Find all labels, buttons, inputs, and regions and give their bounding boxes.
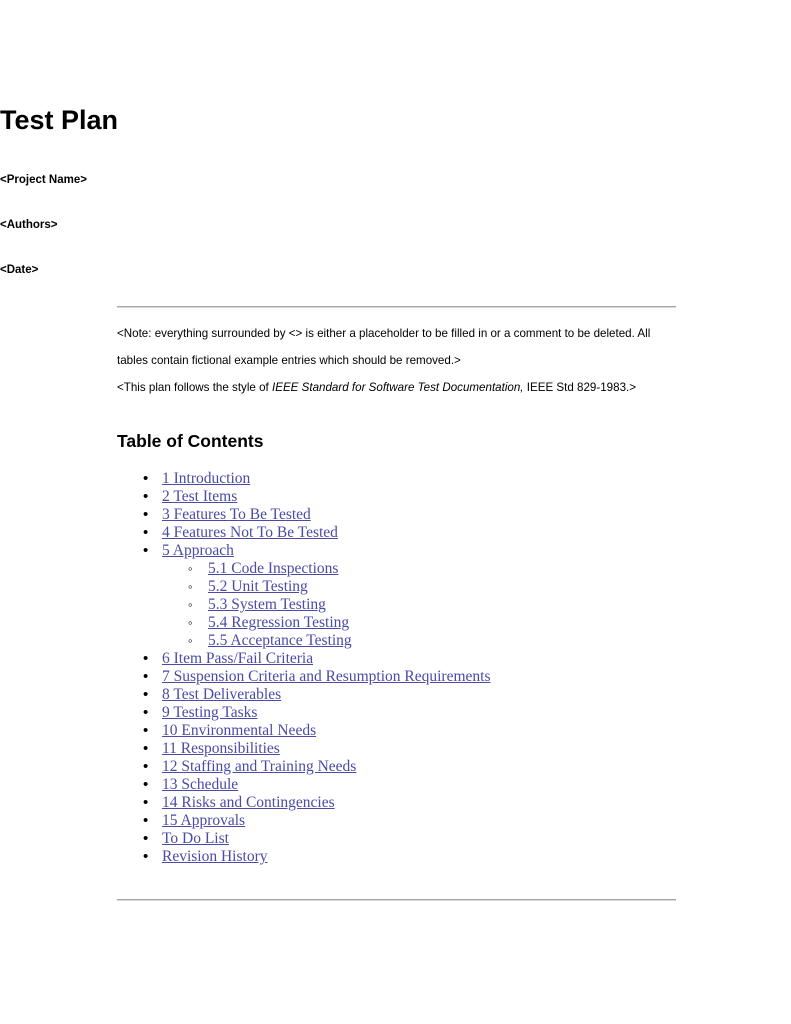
toc-list: 1 Introduction2 Test Items3 Features To … xyxy=(117,470,677,866)
toc-link[interactable]: Revision History xyxy=(162,848,268,865)
toc-link[interactable]: 4 Features Not To Be Tested xyxy=(162,524,338,541)
page-title: Test Plan xyxy=(0,105,119,135)
toc-sublist: 5.1 Code Inspections5.2 Unit Testing5.3 … xyxy=(117,560,677,650)
toc-link[interactable]: 10 Environmental Needs xyxy=(162,722,316,739)
toc-link[interactable]: 11 Responsibilities xyxy=(162,740,280,757)
toc-item: 15 Approvals xyxy=(117,812,677,830)
authors-placeholder: <Authors> xyxy=(0,219,58,231)
toc-item: 8 Test Deliverables xyxy=(117,686,677,704)
notes-block: <Note: everything surrounded by <> is ei… xyxy=(117,320,673,401)
toc-subitem: 5.1 Code Inspections xyxy=(117,560,677,578)
toc-link[interactable]: 7 Suspension Criteria and Resumption Req… xyxy=(162,668,490,685)
toc-link[interactable]: 15 Approvals xyxy=(162,812,245,829)
toc-link[interactable]: 2 Test Items xyxy=(162,488,237,505)
divider-bottom xyxy=(117,899,676,901)
toc-link[interactable]: 3 Features To Be Tested xyxy=(162,506,311,523)
toc-subitem: 5.3 System Testing xyxy=(117,596,677,614)
table-of-contents-heading: Table of Contents xyxy=(117,431,264,451)
toc-item: 7 Suspension Criteria and Resumption Req… xyxy=(117,668,677,686)
toc-item: To Do List xyxy=(117,830,677,848)
table-of-contents: 1 Introduction2 Test Items3 Features To … xyxy=(117,470,677,866)
project-name-placeholder: <Project Name> xyxy=(0,174,87,186)
note-ieee-standard: <This plan follows the style of IEEE Sta… xyxy=(117,374,673,401)
note-ieee-standard-title: IEEE Standard for Software Test Document… xyxy=(271,381,524,394)
toc-item: 1 Introduction xyxy=(117,470,677,488)
toc-sublink[interactable]: 5.1 Code Inspections xyxy=(208,560,338,577)
toc-link[interactable]: 13 Schedule xyxy=(162,776,238,793)
toc-link[interactable]: 1 Introduction xyxy=(162,470,250,487)
toc-sublink[interactable]: 5.2 Unit Testing xyxy=(208,578,308,595)
toc-item: 5 Approach xyxy=(117,542,677,560)
toc-item: 13 Schedule xyxy=(117,776,677,794)
date-placeholder: <Date> xyxy=(0,264,39,276)
toc-link[interactable]: 6 Item Pass/Fail Criteria xyxy=(162,650,313,667)
toc-item: 12 Staffing and Training Needs xyxy=(117,758,677,776)
toc-link[interactable]: 14 Risks and Contingencies xyxy=(162,794,335,811)
note-ieee-prefix: <This plan follows the style of xyxy=(117,381,272,394)
toc-sublink[interactable]: 5.5 Acceptance Testing xyxy=(208,632,352,649)
toc-item: 3 Features To Be Tested xyxy=(117,506,677,524)
toc-link[interactable]: To Do List xyxy=(162,830,229,847)
toc-item: 14 Risks and Contingencies xyxy=(117,794,677,812)
toc-subitem: 5.5 Acceptance Testing xyxy=(117,632,677,650)
toc-sublink[interactable]: 5.4 Regression Testing xyxy=(208,614,349,631)
toc-item: 4 Features Not To Be Tested xyxy=(117,524,677,542)
toc-item: 2 Test Items xyxy=(117,488,677,506)
toc-item: 10 Environmental Needs xyxy=(117,722,677,740)
toc-link[interactable]: 9 Testing Tasks xyxy=(162,704,257,721)
note-ieee-suffix: IEEE Std 829-1983.> xyxy=(523,381,637,394)
toc-subitem: 5.4 Regression Testing xyxy=(117,614,677,632)
toc-subitem: 5.2 Unit Testing xyxy=(117,578,677,596)
toc-item: 6 Item Pass/Fail Criteria xyxy=(117,650,677,668)
divider-top xyxy=(117,306,676,308)
document-page: Test Plan <Project Name> <Authors> <Date… xyxy=(0,0,791,1024)
toc-link[interactable]: 12 Staffing and Training Needs xyxy=(162,758,356,775)
toc-item: Revision History xyxy=(117,848,677,866)
toc-item: 9 Testing Tasks xyxy=(117,704,677,722)
toc-sublink[interactable]: 5.3 System Testing xyxy=(208,596,326,613)
toc-link[interactable]: 8 Test Deliverables xyxy=(162,686,281,703)
toc-item: 11 Responsibilities xyxy=(117,740,677,758)
note-placeholder-explanation: <Note: everything surrounded by <> is ei… xyxy=(117,327,651,367)
toc-link[interactable]: 5 Approach xyxy=(162,542,234,559)
